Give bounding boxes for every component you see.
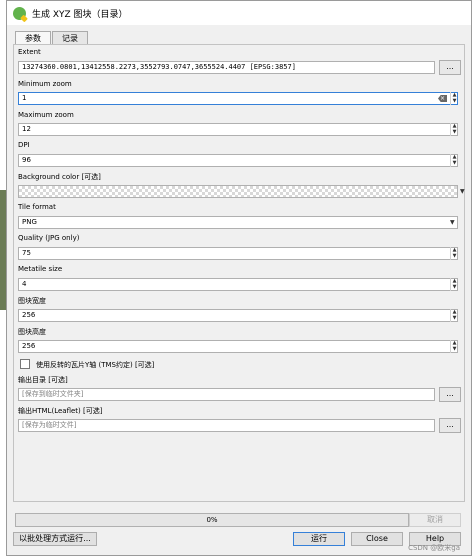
quality-label: Quality (JPG only) — [18, 234, 80, 242]
quality-spinner[interactable]: ▲ ▼ — [450, 247, 458, 260]
quality-field[interactable]: 75 — [18, 247, 458, 260]
minzoom-spinner[interactable]: ▲ ▼ — [450, 92, 458, 105]
tab-bar: 参数 记录 — [15, 31, 89, 45]
window-title: 生成 XYZ 图块（目录） — [32, 9, 128, 20]
tilewidth-label: 图块宽度 — [18, 297, 46, 305]
tileformat-select[interactable]: PNG — [18, 216, 458, 229]
extent-label: Extent — [18, 48, 41, 56]
tms-checkbox[interactable] — [20, 359, 30, 369]
chevron-down-icon[interactable]: ▼ — [450, 219, 455, 226]
maxzoom-field[interactable]: 12 — [18, 123, 458, 136]
outhtml-label: 输出HTML(Leaflet) [可选] — [18, 407, 103, 415]
progress-text: 0% — [206, 516, 218, 524]
extent-field[interactable]: 13274360.0801,13412558.2273,3552793.0747… — [18, 61, 435, 74]
qgis-logo-icon — [13, 6, 26, 20]
minzoom-value: 1 — [22, 94, 27, 102]
metatile-field[interactable]: 4 — [18, 278, 458, 291]
parameters-panel: Extent 13274360.0801,13412558.2273,35527… — [13, 44, 465, 502]
progress-bar: 0% — [15, 513, 409, 527]
metatile-spinner[interactable]: ▲ ▼ — [450, 278, 458, 291]
extent-menu-button[interactable]: ... — [439, 60, 461, 75]
dialog-window: 生成 XYZ 图块（目录） 参数 记录 Extent 13274360.0801… — [6, 0, 472, 556]
tileheight-spinner[interactable]: ▲ ▼ — [450, 340, 458, 353]
maxzoom-label: Maximum zoom — [18, 111, 74, 119]
maxzoom-spinner[interactable]: ▲ ▼ — [450, 123, 458, 136]
outhtml-field[interactable]: [保存为临时文件] — [18, 419, 435, 432]
run-button[interactable]: 运行 — [293, 532, 345, 546]
background-color-picker[interactable] — [18, 185, 458, 198]
bgcolor-label: Background color [可选] — [18, 173, 101, 181]
outdir-label: 输出目录 [可选] — [18, 376, 68, 384]
tab-log[interactable]: 记录 — [52, 31, 88, 45]
metatile-label: Metatile size — [18, 265, 63, 273]
tilewidth-field[interactable]: 256 — [18, 309, 458, 322]
batch-process-button[interactable]: 以批处理方式运行... — [13, 532, 97, 546]
outdir-browse-button[interactable]: ... — [439, 387, 461, 402]
tab-parameters[interactable]: 参数 — [15, 31, 51, 45]
dpi-label: DPI — [18, 141, 30, 149]
tileformat-label: Tile format — [18, 203, 56, 211]
outdir-field[interactable]: [保存到临时文件夹] — [18, 388, 435, 401]
tileformat-value: PNG — [22, 218, 37, 226]
tilewidth-spinner[interactable]: ▲ ▼ — [450, 309, 458, 322]
close-button[interactable]: Close — [351, 532, 403, 546]
dpi-spinner[interactable]: ▲ ▼ — [450, 154, 458, 167]
title-bar: 生成 XYZ 图块（目录） — [7, 1, 471, 25]
tileheight-field[interactable]: 256 — [18, 340, 458, 353]
tms-label: 使用反转的瓦片Y轴 (TMS约定) [可选] — [36, 361, 155, 369]
minzoom-field[interactable]: 1 — [18, 92, 458, 105]
watermark-text: CSDN @欧米ga — [408, 544, 460, 552]
tileheight-label: 图块高度 — [18, 328, 46, 336]
outhtml-browse-button[interactable]: ... — [439, 418, 461, 433]
dpi-field[interactable]: 96 — [18, 154, 458, 167]
minzoom-label: Minimum zoom — [18, 80, 72, 88]
chevron-down-icon[interactable]: ▼ — [460, 188, 465, 195]
cancel-button[interactable]: 取消 — [409, 513, 461, 527]
